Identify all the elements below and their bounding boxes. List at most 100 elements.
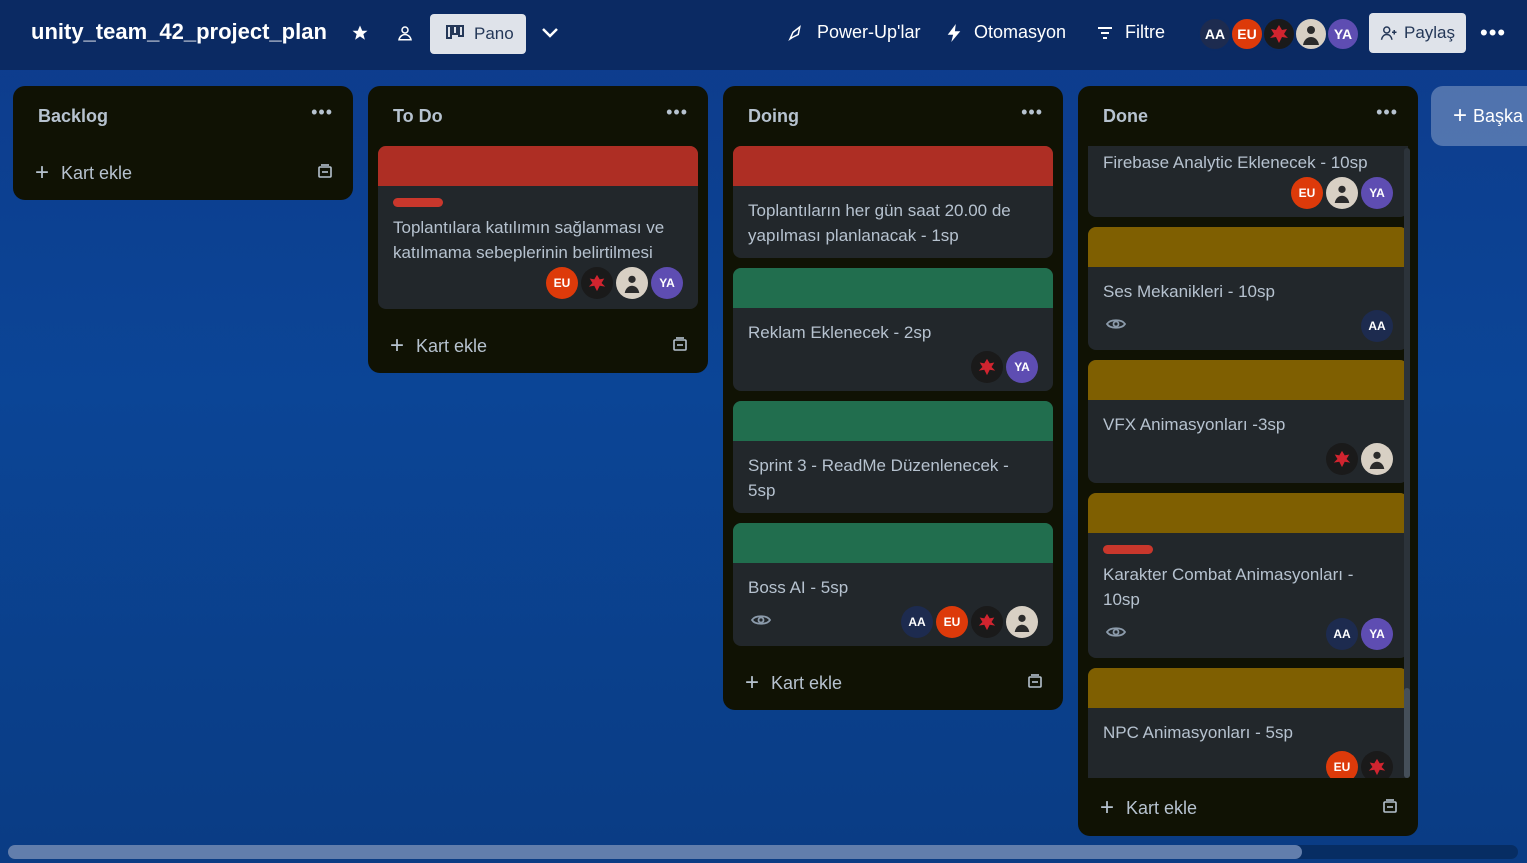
board-menu-icon[interactable]: ••• xyxy=(1480,20,1506,46)
list-title[interactable]: To Do xyxy=(393,106,443,127)
card-list-scroll[interactable]: Firebase Analytic Eklenecek - 10sp EU YA… xyxy=(1078,146,1418,778)
add-list-button[interactable]: + Başka xyxy=(1431,86,1527,146)
card-member-avatar[interactable] xyxy=(1006,606,1038,638)
card[interactable]: VFX Animasyonları -3sp xyxy=(1088,360,1408,483)
member-avatar-aa[interactable]: AA xyxy=(1198,17,1232,51)
list-title[interactable]: Backlog xyxy=(38,106,108,127)
card-member-avatar[interactable] xyxy=(1361,751,1393,778)
card-member-avatar[interactable]: EU xyxy=(1291,177,1323,209)
add-card-button[interactable]: + Kart ekle xyxy=(13,146,353,200)
template-icon[interactable] xyxy=(317,164,333,185)
member-avatar-ya[interactable]: YA xyxy=(1326,17,1360,51)
card-member-avatar[interactable] xyxy=(1361,443,1393,475)
card-member-avatar[interactable] xyxy=(1326,177,1358,209)
card-member-avatar[interactable]: YA xyxy=(1361,618,1393,650)
card-member-avatar[interactable] xyxy=(1326,443,1358,475)
vertical-scrollbar[interactable] xyxy=(1404,148,1410,778)
card-member-avatar[interactable]: EU xyxy=(1326,751,1358,778)
card[interactable]: Firebase Analytic Eklenecek - 10sp EU YA xyxy=(1088,146,1408,217)
card-member-avatar[interactable]: AA xyxy=(1326,618,1358,650)
plus-icon: + xyxy=(390,332,405,359)
card-member-avatar[interactable]: AA xyxy=(1361,310,1393,342)
member-avatar-dragon[interactable] xyxy=(1262,17,1296,51)
member-avatar-eu[interactable]: EU xyxy=(1230,17,1264,51)
card-title: VFX Animasyonları -3sp xyxy=(1103,415,1286,434)
card-member-avatar[interactable]: YA xyxy=(651,267,683,299)
list-menu-icon[interactable]: ••• xyxy=(1376,102,1398,123)
card[interactable]: NPC Animasyonları - 5sp EU xyxy=(1088,668,1408,778)
scrollbar-thumb[interactable] xyxy=(8,845,1302,859)
card[interactable]: Boss AI - 5sp AA EU xyxy=(733,523,1053,646)
card-label xyxy=(1103,545,1153,554)
card-member-avatar[interactable] xyxy=(971,351,1003,383)
lightning-icon xyxy=(947,23,961,42)
add-card-button[interactable]: + Kart ekle xyxy=(1078,781,1418,835)
board-view-button[interactable]: Pano xyxy=(430,14,526,54)
horizontal-scrollbar[interactable] xyxy=(8,845,1518,859)
card-member-avatar[interactable]: AA xyxy=(901,606,933,638)
template-icon[interactable] xyxy=(672,337,688,358)
card-title: Toplantılara katılımın sağlanması ve kat… xyxy=(393,218,665,262)
powerups-button[interactable]: Power-Up'lar xyxy=(787,22,920,43)
list-doing: Doing ••• Toplantıların her gün saat 20.… xyxy=(723,86,1063,710)
dragon-avatar-icon xyxy=(978,613,996,631)
filter-icon xyxy=(1098,26,1112,39)
chevron-down-icon[interactable] xyxy=(539,22,561,44)
plus-icon: + xyxy=(35,159,50,186)
card[interactable]: Reklam Eklenecek - 2sp YA xyxy=(733,268,1053,391)
board-members: AA EU YA xyxy=(1198,17,1360,51)
card[interactable]: Toplantıların her gün saat 20.00 de yapı… xyxy=(733,146,1053,258)
list-menu-icon[interactable]: ••• xyxy=(666,102,688,123)
card-member-avatar[interactable] xyxy=(581,267,613,299)
person-photo-icon xyxy=(1334,185,1350,203)
eye-icon xyxy=(1105,625,1127,644)
dragon-avatar-icon xyxy=(588,274,606,292)
card-member-avatar[interactable] xyxy=(616,267,648,299)
card[interactable]: Ses Mekanikleri - 10sp AA xyxy=(1088,227,1408,350)
automation-label: Otomasyon xyxy=(974,22,1067,42)
card-title: Sprint 3 - ReadMe Düzenlenecek - 5sp xyxy=(748,456,1009,500)
card-title: Firebase Analytic Eklenecek - 10sp xyxy=(1103,153,1368,172)
member-avatar-photo[interactable] xyxy=(1294,17,1328,51)
card-label xyxy=(393,198,443,207)
add-card-label: Kart ekle xyxy=(771,672,843,693)
share-button[interactable]: Paylaş xyxy=(1369,13,1466,53)
dragon-avatar-icon xyxy=(1270,25,1288,43)
filter-button[interactable]: Filtre xyxy=(1097,22,1165,43)
scrollbar-thumb[interactable] xyxy=(1404,688,1410,778)
list-title[interactable]: Doing xyxy=(748,106,799,127)
card-member-avatar[interactable] xyxy=(971,606,1003,638)
person-photo-icon xyxy=(1369,451,1385,469)
share-label: Paylaş xyxy=(1403,23,1456,42)
list-menu-icon[interactable]: ••• xyxy=(1021,102,1043,123)
board-title[interactable]: unity_team_42_project_plan xyxy=(31,19,327,45)
visibility-icon[interactable] xyxy=(394,22,416,44)
list-backlog: Backlog ••• + Kart ekle xyxy=(13,86,353,200)
card-title: NPC Animasyonları - 5sp xyxy=(1103,723,1293,742)
card-cover xyxy=(733,401,1053,441)
automation-button[interactable]: Otomasyon xyxy=(946,22,1066,43)
card-title: Toplantıların her gün saat 20.00 de yapı… xyxy=(748,201,1011,245)
rocket-icon xyxy=(788,24,801,41)
board-header: unity_team_42_project_plan Pano Power-Up… xyxy=(0,0,1527,70)
card-cover xyxy=(733,523,1053,563)
template-icon[interactable] xyxy=(1382,799,1398,820)
card[interactable]: Karakter Combat Animasyonları - 10sp AA … xyxy=(1088,493,1408,658)
card[interactable]: Toplantılara katılımın sağlanması ve kat… xyxy=(378,146,698,309)
card-cover xyxy=(733,268,1053,308)
card-member-avatar[interactable]: YA xyxy=(1006,351,1038,383)
card-member-avatar[interactable]: EU xyxy=(936,606,968,638)
list-title[interactable]: Done xyxy=(1103,106,1148,127)
list-menu-icon[interactable]: ••• xyxy=(311,102,333,123)
template-icon[interactable] xyxy=(1027,674,1043,695)
card-member-avatar[interactable]: EU xyxy=(546,267,578,299)
add-card-button[interactable]: + Kart ekle xyxy=(723,656,1063,710)
person-photo-icon xyxy=(624,275,640,293)
card-member-avatar[interactable]: YA xyxy=(1361,177,1393,209)
add-list-label: Başka xyxy=(1473,105,1524,126)
add-card-button[interactable]: + Kart ekle xyxy=(368,319,708,373)
dragon-avatar-icon xyxy=(1368,758,1386,776)
card[interactable]: Sprint 3 - ReadMe Düzenlenecek - 5sp xyxy=(733,401,1053,513)
person-photo-icon xyxy=(1014,614,1030,632)
star-icon[interactable] xyxy=(349,22,371,44)
